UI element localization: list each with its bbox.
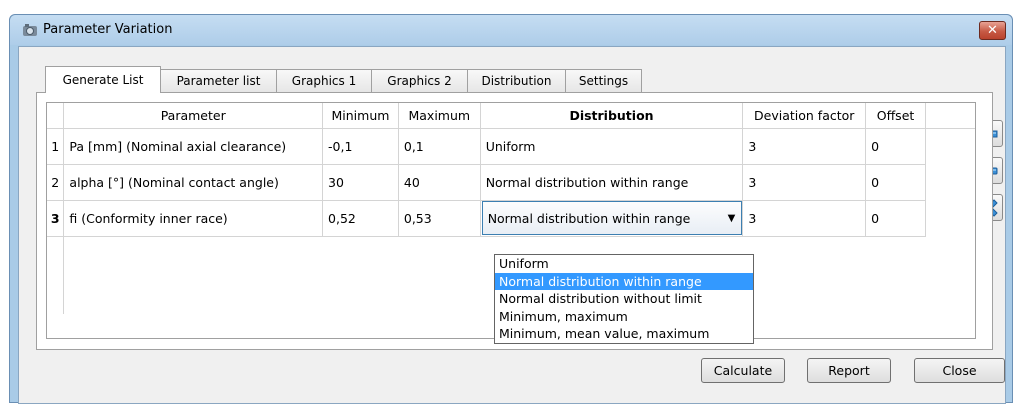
maximum-cell[interactable]: 40 [398, 164, 481, 201]
distribution-cell[interactable]: Normal distribution within range [480, 164, 744, 201]
dropdown-option-normal-without-limit[interactable]: Normal distribution without limit [495, 290, 753, 308]
filler-cell [925, 128, 975, 164]
distribution-cell: Normal distribution within range ▼ [480, 200, 744, 237]
parameter-header[interactable]: Parameter [63, 103, 324, 129]
parameter-cell[interactable]: fi (Conformity inner race) [63, 200, 324, 237]
maximum-header[interactable]: Maximum [398, 103, 481, 129]
tab-distribution[interactable]: Distribution [467, 69, 566, 92]
tab-graphics-1[interactable]: Graphics 1 [276, 69, 372, 92]
row-number-empty [47, 236, 65, 314]
row-number[interactable]: 1 [47, 128, 65, 165]
deviation-factor-cell[interactable]: 3 [742, 200, 867, 237]
offset-cell[interactable]: 0 [865, 128, 926, 165]
filler-cell [925, 164, 975, 200]
table-header-row: Parameter Minimum Maximum Distribution D… [47, 103, 975, 129]
tab-label: Settings [578, 74, 629, 88]
dialog-client-area: Generate List Parameter list Graphics 1 … [18, 46, 1006, 404]
deviation-factor-header[interactable]: Deviation factor [742, 103, 867, 129]
tab-parameter-list[interactable]: Parameter list [160, 69, 277, 92]
maximum-cell[interactable]: 0,53 [398, 200, 481, 237]
maximum-cell[interactable]: 0,1 [398, 128, 481, 165]
distribution-dropdown-list: Uniform Normal distribution within range… [494, 254, 754, 344]
distribution-combobox[interactable]: Normal distribution within range ▼ [481, 201, 742, 235]
tab-label: Graphics 2 [387, 74, 452, 88]
row-number[interactable]: 2 [47, 164, 65, 201]
combobox-value: Normal distribution within range [487, 210, 691, 226]
distribution-header[interactable]: Distribution [480, 103, 744, 129]
distribution-cell[interactable]: Uniform [480, 128, 744, 165]
filler-cell [925, 200, 975, 236]
parameter-variation-window: Parameter Variation ✕ Generate List Para… [9, 14, 1013, 404]
dropdown-option-uniform[interactable]: Uniform [495, 255, 753, 273]
tab-generate-list[interactable]: Generate List [45, 66, 161, 93]
minimum-header[interactable]: Minimum [322, 103, 399, 129]
tab-settings[interactable]: Settings [565, 69, 642, 92]
deviation-factor-cell[interactable]: 3 [742, 128, 867, 165]
minimum-cell[interactable]: 0,52 [322, 200, 399, 237]
filler-header [925, 103, 975, 129]
tab-label: Graphics 1 [291, 74, 357, 88]
table-row-selected: 3 fi (Conformity inner race) 0,52 0,53 N… [47, 200, 975, 237]
parameter-cell[interactable]: Pa [mm] (Nominal axial clearance) [63, 128, 324, 165]
window-title: Parameter Variation [43, 22, 173, 37]
dropdown-option-min-max[interactable]: Minimum, maximum [495, 308, 753, 326]
table-row: 1 Pa [mm] (Nominal axial clearance) -0,1… [47, 128, 975, 165]
row-number-header [47, 103, 65, 129]
minimum-cell[interactable]: 30 [322, 164, 399, 201]
chevron-down-icon[interactable]: ▼ [728, 213, 736, 224]
offset-header[interactable]: Offset [865, 103, 926, 129]
window-close-button[interactable]: ✕ [979, 21, 1006, 40]
offset-cell[interactable]: 0 [865, 164, 926, 201]
offset-cell[interactable]: 0 [865, 200, 926, 237]
dropdown-option-normal-within-range[interactable]: Normal distribution within range [495, 272, 753, 290]
parameter-cell[interactable]: alpha [°] (Nominal contact angle) [63, 164, 324, 201]
title-bar[interactable]: Parameter Variation [10, 15, 1012, 45]
row-number[interactable]: 3 [47, 200, 65, 237]
report-button[interactable]: Report [807, 358, 891, 383]
tab-graphics-2[interactable]: Graphics 2 [371, 69, 468, 92]
app-icon [23, 24, 37, 36]
calculate-button[interactable]: Calculate [701, 358, 785, 383]
deviation-factor-cell[interactable]: 3 [742, 164, 867, 201]
tab-label: Generate List [62, 73, 144, 87]
minimum-cell[interactable]: -0,1 [322, 128, 399, 165]
close-icon: ✕ [987, 23, 998, 38]
close-button[interactable]: Close [914, 358, 1005, 383]
tab-label: Parameter list [176, 74, 261, 88]
tab-label: Distribution [481, 74, 552, 88]
dropdown-option-min-mean-max[interactable]: Minimum, mean value, maximum [495, 325, 753, 343]
table-row: 2 alpha [°] (Nominal contact angle) 30 4… [47, 164, 975, 201]
